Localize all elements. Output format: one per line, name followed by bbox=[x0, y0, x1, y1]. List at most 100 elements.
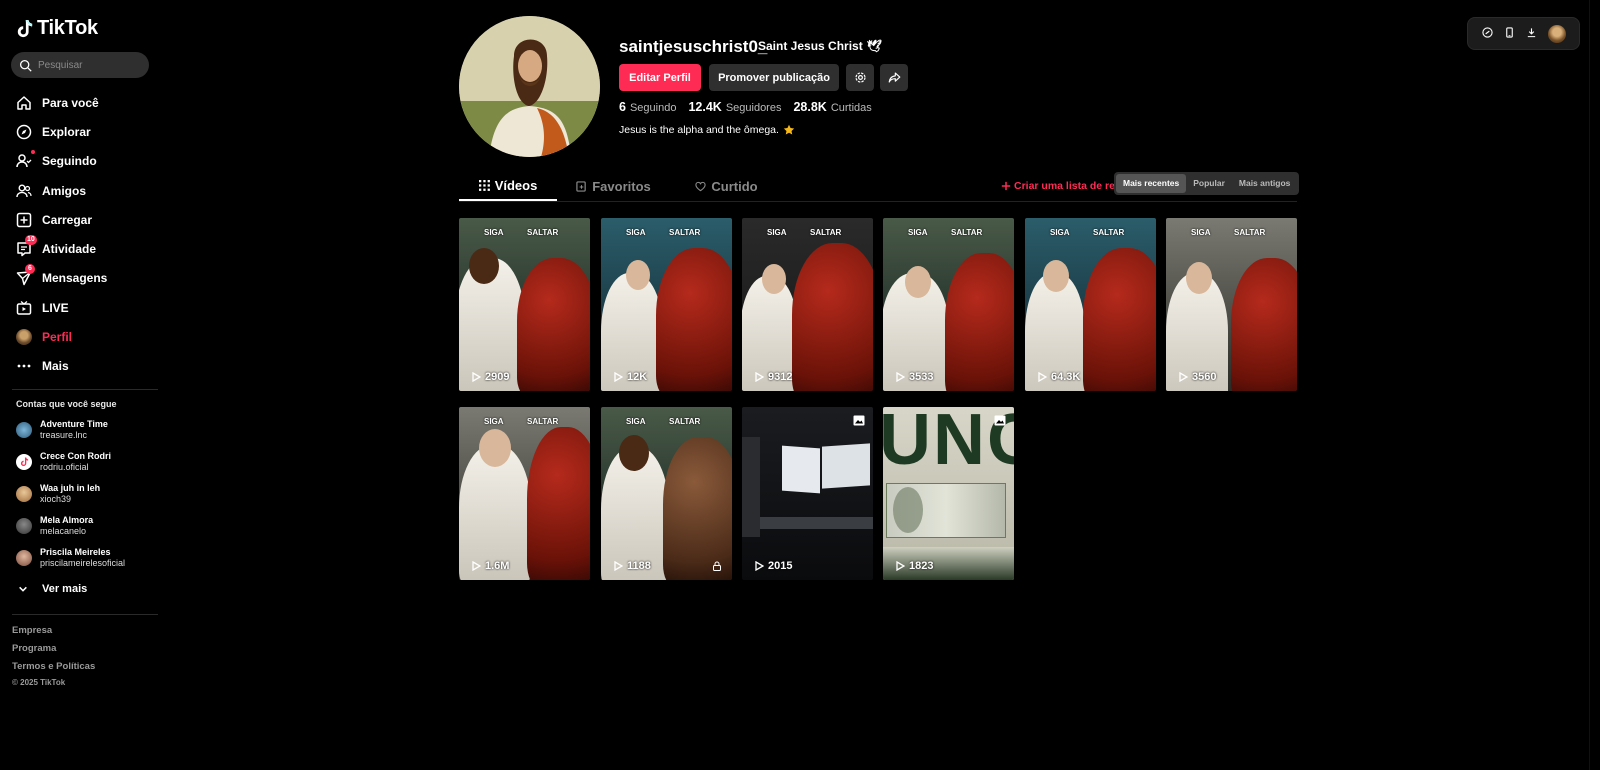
download-button[interactable] bbox=[1526, 25, 1537, 43]
download-icon bbox=[1527, 27, 1535, 37]
view-count: 64.3K bbox=[1037, 371, 1080, 383]
avatar[interactable] bbox=[1547, 24, 1566, 43]
tab-liked[interactable]: Curtido bbox=[670, 172, 783, 201]
overlay-text: SIGA bbox=[626, 228, 646, 237]
view-count: 1.6M bbox=[471, 560, 509, 572]
stat-following[interactable]: 6 Seguindo bbox=[619, 100, 676, 114]
overlay-text: SALTAR bbox=[669, 228, 701, 237]
nav-item-upload[interactable]: Carregar bbox=[16, 205, 156, 234]
overlay-text: SALTAR bbox=[810, 228, 842, 237]
followed-account[interactable]: Mela Almora melacanelo bbox=[16, 515, 156, 537]
video-thumbnail[interactable]: SIGA SALTAR 2909 bbox=[459, 218, 590, 391]
play-icon bbox=[472, 372, 481, 382]
video-thumbnail[interactable]: 2015 bbox=[742, 407, 873, 580]
overlay-text: SIGA bbox=[767, 228, 787, 237]
nav-item-explore[interactable]: Explorar bbox=[16, 117, 156, 146]
coin-icon bbox=[1481, 26, 1493, 38]
followed-account[interactable]: Priscila Meireles priscilameirelesoficial bbox=[16, 547, 156, 569]
overlay-text: SIGA bbox=[484, 417, 504, 426]
search-box[interactable] bbox=[11, 52, 149, 78]
see-more-button[interactable]: Ver mais bbox=[18, 583, 87, 595]
dove-emoji-icon: 🕊 bbox=[866, 39, 882, 53]
account-name: Priscila Meireles bbox=[40, 547, 111, 557]
overlay-text: SIGA bbox=[484, 228, 504, 237]
profile-display-name: Saint Jesus Christ 🕊 bbox=[758, 39, 882, 53]
video-thumbnail[interactable]: SIGA SALTAR 12K bbox=[601, 218, 732, 391]
stat-followers[interactable]: 12.4K Seguidores bbox=[688, 100, 781, 114]
play-icon bbox=[614, 561, 623, 571]
footer-link[interactable]: Programa bbox=[12, 643, 56, 654]
video-thumbnail[interactable]: SIGA SALTAR 64.3K bbox=[1025, 218, 1156, 391]
sidebar: TikTok Para você Explorar Seguindo Amigo… bbox=[0, 0, 160, 770]
divider bbox=[12, 614, 158, 615]
tiktok-logo[interactable]: TikTok bbox=[16, 17, 98, 40]
promote-post-button[interactable]: Promover publicação bbox=[709, 64, 839, 91]
settings-button[interactable] bbox=[846, 64, 874, 91]
view-count-text: 2909 bbox=[485, 371, 510, 383]
following-title: Contas que você segue bbox=[16, 399, 117, 409]
account-handle: melacanelo bbox=[40, 526, 87, 536]
search-input[interactable] bbox=[38, 59, 138, 71]
nav-item-friends[interactable]: Amigos bbox=[16, 176, 156, 205]
top-toolbar bbox=[1467, 17, 1580, 50]
video-thumbnail[interactable]: UNG 1823 bbox=[883, 407, 1014, 580]
nav-item-profile[interactable]: Perfil bbox=[16, 322, 156, 351]
followed-account[interactable]: Waa juh in leh xioch39 bbox=[16, 483, 156, 505]
following-icon bbox=[16, 154, 32, 168]
video-thumbnail[interactable]: SIGA SALTAR 1188 bbox=[601, 407, 732, 580]
account-handle: rodriu.oficial bbox=[40, 462, 89, 472]
avatar bbox=[16, 518, 32, 534]
coins-button[interactable] bbox=[1481, 25, 1493, 43]
account-handle: treasure.lnc bbox=[40, 430, 88, 440]
nav-item-following[interactable]: Seguindo bbox=[16, 147, 156, 176]
view-count-text: 12K bbox=[627, 371, 648, 383]
sort-option-recent[interactable]: Mais recentes bbox=[1116, 174, 1187, 193]
footer-link[interactable]: Termos e Políticas bbox=[12, 661, 95, 672]
tab-label: Favoritos bbox=[592, 179, 651, 194]
play-icon bbox=[896, 561, 905, 571]
tab-divider bbox=[459, 201, 1297, 202]
nav-item-live[interactable]: LIVE bbox=[16, 293, 156, 322]
overlay-text: SALTAR bbox=[669, 417, 701, 426]
tab-favorites[interactable]: Favoritos bbox=[557, 172, 670, 201]
view-count-text: 64.3K bbox=[1051, 371, 1081, 383]
followed-account[interactable]: Crece Con Rodri rodriu.oficial bbox=[16, 451, 156, 473]
edit-profile-label: Editar Perfil bbox=[629, 71, 691, 84]
upload-icon bbox=[16, 212, 32, 228]
avatar bbox=[16, 550, 32, 566]
video-thumbnail[interactable]: SIGA SALTAR 3533 bbox=[883, 218, 1014, 391]
play-icon bbox=[472, 561, 481, 571]
see-more-label: Ver mais bbox=[42, 583, 88, 595]
account-handle: xioch39 bbox=[40, 494, 72, 504]
view-count: 1823 bbox=[895, 560, 933, 572]
nav-label: Amigos bbox=[42, 183, 87, 198]
bookmark-icon bbox=[576, 181, 586, 192]
sort-option-popular[interactable]: Popular bbox=[1186, 174, 1232, 193]
video-thumbnail[interactable]: SIGA SALTAR 9312 bbox=[742, 218, 873, 391]
scrollbar[interactable] bbox=[1589, 0, 1600, 770]
video-thumbnail[interactable]: SIGA SALTAR 1.6M bbox=[459, 407, 590, 580]
video-thumbnail[interactable]: SIGA SALTAR 3560 bbox=[1166, 218, 1297, 391]
followed-account[interactable]: Adventure Time treasure.lnc bbox=[16, 419, 156, 441]
play-icon bbox=[614, 372, 623, 382]
tab-videos[interactable]: Vídeos bbox=[459, 172, 557, 201]
nav-item-for-you[interactable]: Para você bbox=[16, 88, 156, 117]
profile-avatar-image bbox=[459, 16, 600, 157]
mobile-app-button[interactable] bbox=[1504, 25, 1515, 43]
view-count-text: 1188 bbox=[627, 560, 651, 572]
profile-avatar[interactable] bbox=[459, 16, 600, 157]
nav-label: LIVE bbox=[42, 300, 69, 315]
edit-profile-button[interactable]: Editar Perfil bbox=[619, 64, 701, 91]
overlay-text: SALTAR bbox=[527, 228, 559, 237]
share-button[interactable] bbox=[880, 64, 908, 91]
nav-item-activity[interactable]: 10 Atividade bbox=[16, 234, 156, 263]
bio-text: Jesus is the alpha and the ômega. bbox=[619, 124, 779, 136]
profile-stats: 6 Seguindo 12.4K Seguidores 28.8K Curtidas bbox=[619, 100, 872, 114]
stat-label: Curtidas bbox=[830, 102, 872, 114]
stat-label: Seguidores bbox=[725, 102, 782, 114]
nav-item-messages[interactable]: 6 Mensagens bbox=[16, 264, 156, 293]
footer-link[interactable]: Empresa bbox=[12, 625, 52, 636]
view-count-text: 1.6M bbox=[485, 560, 510, 572]
sort-option-oldest[interactable]: Mais antigos bbox=[1232, 174, 1297, 193]
nav-item-more[interactable]: Mais bbox=[16, 352, 156, 381]
